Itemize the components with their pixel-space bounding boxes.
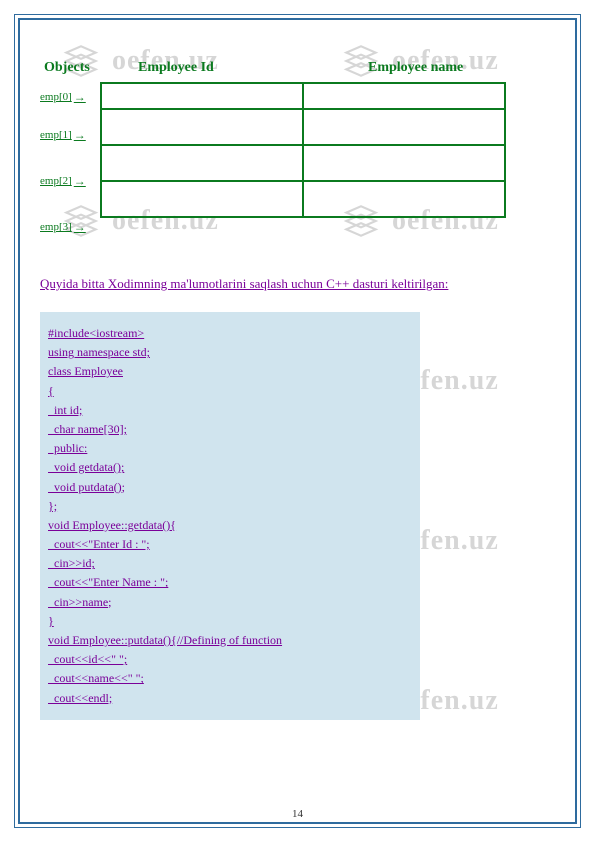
code-line: int id; [48, 401, 412, 420]
code-line: void Employee::getdata(){ [48, 516, 412, 535]
code-line: cout<<"Enter Id : "; [48, 535, 412, 554]
code-line: }; [48, 497, 412, 516]
code-line: cin>>name; [48, 593, 412, 612]
code-line: cout<<"Enter Name : "; [48, 573, 412, 592]
cell-empname [303, 145, 505, 181]
code-line: { [48, 382, 412, 401]
cell-empname [303, 109, 505, 145]
code-line: void getdata(); [48, 458, 412, 477]
code-line: cin>>id; [48, 554, 412, 573]
cell-empname [303, 181, 505, 217]
arrow-icon: → [74, 128, 86, 143]
arrow-icon: → [74, 174, 86, 189]
table-row [101, 83, 505, 109]
code-line: cout<<endl; [48, 689, 412, 708]
code-caption: Quyida bitta Xodimning ma'lumotlarini sa… [40, 276, 555, 292]
code-line: void putdata(); [48, 478, 412, 497]
table-row [101, 145, 505, 181]
row-label: emp[3]→ [40, 204, 100, 250]
code-line: using namespace std; [48, 343, 412, 362]
arrow-icon: → [74, 90, 86, 105]
row-label: emp[1]→ [40, 112, 100, 158]
row-label: emp[0]→ [40, 82, 100, 112]
code-line: } [48, 612, 412, 631]
table-row [101, 109, 505, 145]
cell-empid [101, 109, 303, 145]
cell-empid [101, 145, 303, 181]
header-employee-id: Employee Id [138, 60, 338, 76]
cell-empname [303, 83, 505, 109]
code-line: class Employee [48, 362, 412, 381]
code-block: #include<iostream> using namespace std; … [40, 312, 420, 720]
page-number: 14 [0, 808, 595, 820]
code-line: public: [48, 439, 412, 458]
row-labels-column: emp[0]→ emp[1]→ emp[2]→ emp[3]→ [40, 82, 100, 250]
header-employee-name: Employee name [338, 60, 555, 76]
row-label: emp[2]→ [40, 158, 100, 204]
code-line: cout<<id<<" "; [48, 650, 412, 669]
code-line: cout<<name<<" "; [48, 669, 412, 688]
table-row [101, 181, 505, 217]
table-area: emp[0]→ emp[1]→ emp[2]→ emp[3]→ [40, 82, 555, 250]
code-line: #include<iostream> [48, 324, 412, 343]
page-content: Objects Employee Id Employee name emp[0]… [40, 30, 555, 812]
header-objects: Objects [40, 60, 138, 76]
code-line: void Employee::putdata(){//Defining of f… [48, 631, 412, 650]
arrow-icon: → [74, 220, 86, 235]
table-headers: Objects Employee Id Employee name [40, 60, 555, 76]
code-line: char name[30]; [48, 420, 412, 439]
cell-empid [101, 83, 303, 109]
table-grid [100, 82, 506, 250]
cell-empid [101, 181, 303, 217]
objects-table [100, 82, 506, 218]
